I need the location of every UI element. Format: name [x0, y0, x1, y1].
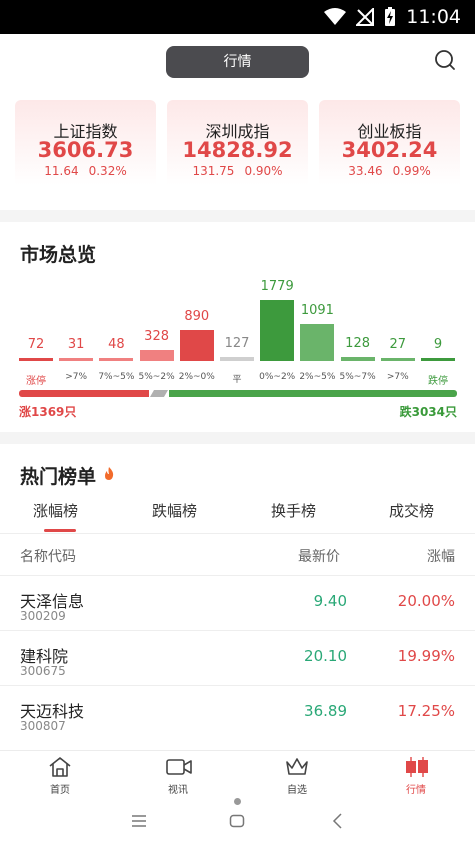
- tab-turnover[interactable]: 换手榜: [271, 500, 316, 521]
- stock-price: 36.89: [304, 702, 347, 720]
- index-change-line: 33.46 0.99%: [319, 164, 460, 178]
- tabbar-video[interactable]: 视讯: [148, 751, 208, 799]
- tab-losers[interactable]: 跌幅榜: [152, 500, 197, 521]
- down-count: 跌3034只: [399, 405, 457, 419]
- stock-price: 9.40: [313, 592, 347, 610]
- tabbar-market[interactable]: 行情: [386, 751, 446, 799]
- up-ratio-bar: [19, 390, 149, 397]
- chart-bar-value: 328: [144, 329, 169, 344]
- index-value: 3402.24: [341, 138, 438, 162]
- home-icon: [49, 757, 71, 777]
- stock-code: 300807: [20, 719, 66, 733]
- table-row[interactable]: 天迈科技 300807 36.89 17.25%: [0, 685, 475, 740]
- tabbar-label: 自选: [287, 785, 307, 796]
- chart-bar: [421, 358, 455, 361]
- chart-bar: [19, 358, 53, 361]
- chart-bar: [59, 358, 94, 361]
- index-change: 33.46: [348, 164, 383, 178]
- table-row[interactable]: 建科院 300675 20.10 19.99%: [0, 630, 475, 685]
- chart-bar: [99, 358, 134, 361]
- chart-bar: [139, 350, 174, 361]
- column-header-price[interactable]: 最新价: [298, 546, 340, 566]
- tabbar-watchlist[interactable]: 自选: [267, 751, 327, 799]
- chart-bar-value: 1779: [260, 279, 294, 294]
- table-row[interactable]: 天泽信息 300209 9.40 20.00%: [0, 575, 475, 630]
- nav-indicator-dot: [234, 798, 241, 805]
- hot-list-tabs: 涨幅榜 跌幅榜 换手榜 成交榜: [0, 496, 475, 534]
- tabbar-home[interactable]: 首页: [30, 751, 90, 799]
- home-nav-icon[interactable]: [229, 813, 245, 829]
- back-icon[interactable]: [331, 813, 343, 829]
- tab-volume[interactable]: 成交榜: [389, 500, 434, 521]
- market-overview: 市场总览 72 涨停 31 >7% 48 7%~5% 328 5%~2% 890 2%~0% 127…: [0, 222, 475, 432]
- status-bar: 11:04: [0, 0, 475, 34]
- hot-list-title-text: 热门榜单: [20, 466, 97, 488]
- chart-bar: [380, 358, 415, 361]
- tab-market[interactable]: 行情: [166, 46, 309, 78]
- index-card-shanghai[interactable]: 上证指数 3606.73 11.64 0.32%: [15, 100, 156, 200]
- chart-bar-value: 127: [224, 336, 250, 351]
- chart-bar-value: 1091: [300, 303, 334, 318]
- index-card-shenzhen[interactable]: 深圳成指 14828.92 131.75 0.90%: [167, 100, 308, 200]
- chart-category-label: 跌停: [428, 376, 448, 387]
- candlestick-icon: [406, 757, 428, 777]
- no-signal-icon: [356, 8, 375, 26]
- flat-ratio-bar: [149, 390, 169, 397]
- battery-charging-icon: [385, 7, 396, 26]
- chart-bar-value: 9: [433, 337, 443, 352]
- crown-icon: [286, 758, 308, 775]
- index-pct: 0.32%: [88, 164, 127, 178]
- index-change: 131.75: [192, 164, 235, 178]
- chart-bar: [220, 357, 254, 361]
- index-value: 14828.92: [182, 138, 293, 162]
- hot-list-title: 热门榜单: [20, 462, 115, 489]
- index-pct: 0.99%: [392, 164, 431, 178]
- tabbar-label: 视讯: [168, 785, 188, 796]
- tabbar-label: 行情: [406, 785, 426, 796]
- active-tab-indicator: [44, 529, 76, 532]
- down-ratio-bar: [169, 390, 457, 397]
- column-header-pct[interactable]: 涨幅: [427, 546, 455, 566]
- index-card-chinext[interactable]: 创业板指 3402.24 33.46 0.99%: [319, 100, 460, 200]
- recent-apps-icon[interactable]: [131, 814, 147, 828]
- stock-pct: 20.00%: [397, 592, 455, 610]
- search-icon[interactable]: [433, 48, 457, 72]
- chart-bar-value: 890: [184, 309, 210, 324]
- wifi-icon: [324, 8, 347, 25]
- chart-bar: [340, 357, 375, 361]
- market-overview-title: 市场总览: [20, 244, 97, 266]
- video-icon: [166, 759, 192, 775]
- header: 行情: [0, 34, 475, 96]
- index-cards: 上证指数 3606.73 11.64 0.32% 深圳成指 14828.92 13…: [0, 96, 475, 210]
- index-value: 3606.73: [37, 138, 134, 162]
- index-change-line: 131.75 0.90%: [167, 164, 308, 178]
- stock-pct: 19.99%: [397, 647, 455, 665]
- index-pct: 0.90%: [244, 164, 283, 178]
- chart-bar: [260, 300, 295, 361]
- hot-list: 热门榜单 涨幅榜 跌幅榜 换手榜 成交榜 名称代码 最新价 涨幅 天泽信息 30…: [0, 444, 475, 750]
- chart-bar: [179, 330, 214, 361]
- bottom-tab-bar: 首页 视讯 自选 行情: [0, 750, 475, 798]
- stock-code: 300209: [20, 609, 66, 623]
- system-nav-bar: [0, 798, 475, 844]
- chart-bar: [300, 324, 335, 361]
- column-header-name[interactable]: 名称代码: [20, 546, 76, 566]
- up-count: 涨1369只: [19, 405, 77, 419]
- stock-pct: 17.25%: [397, 702, 455, 720]
- status-time: 11:04: [406, 6, 461, 28]
- index-change-line: 11.64 0.32%: [15, 164, 156, 178]
- tab-gainers[interactable]: 涨幅榜: [33, 500, 78, 521]
- stock-price: 20.10: [304, 647, 347, 665]
- tabbar-label: 首页: [50, 785, 70, 796]
- index-change: 11.64: [44, 164, 79, 178]
- fire-icon: [104, 467, 113, 480]
- stock-code: 300675: [20, 664, 66, 678]
